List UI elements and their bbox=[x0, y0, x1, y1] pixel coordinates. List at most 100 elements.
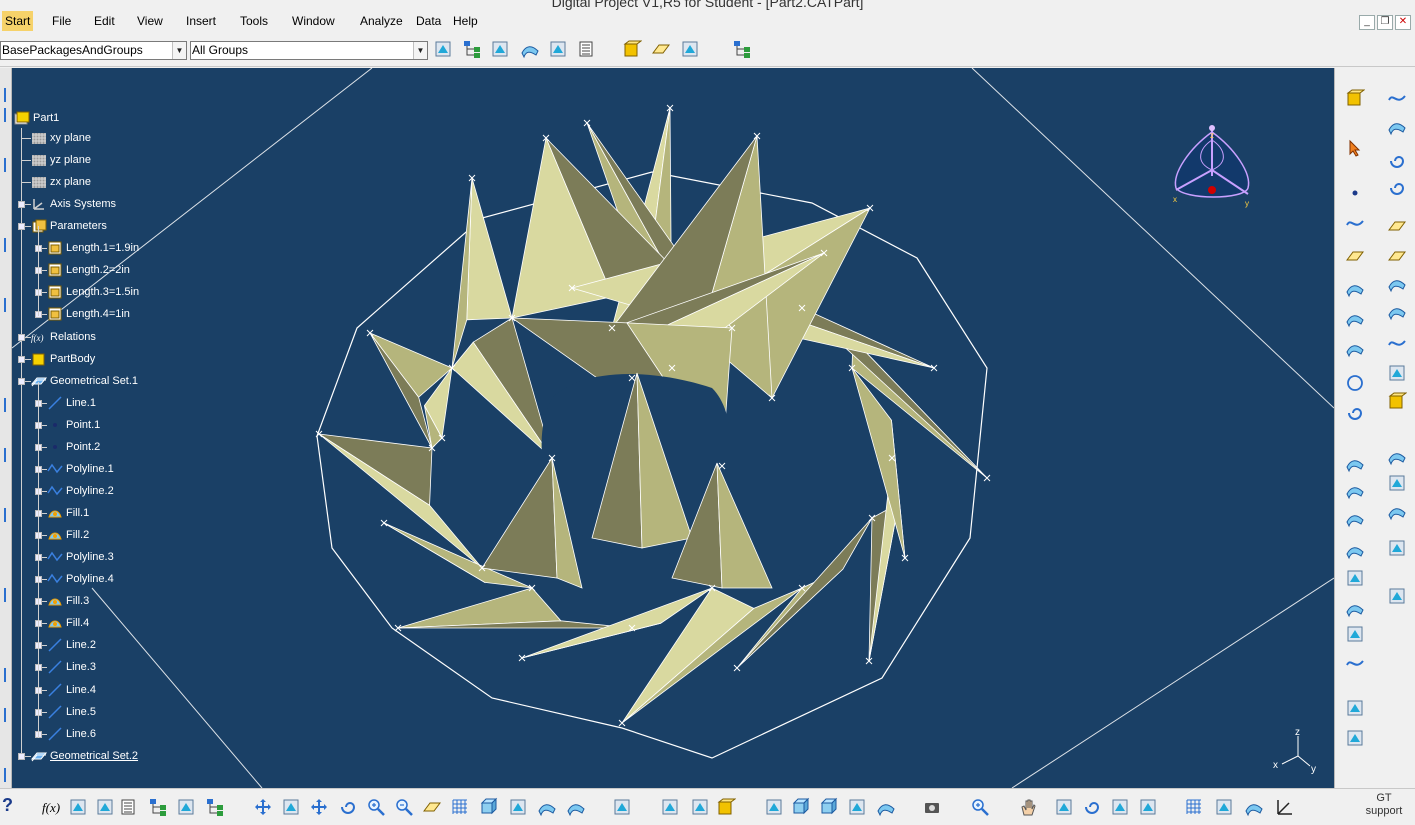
iso-cube-icon[interactable] bbox=[818, 797, 838, 817]
left-tool-icon[interactable] bbox=[0, 768, 6, 782]
knowledge-icon[interactable] bbox=[1138, 797, 1158, 817]
tree-node-point-2[interactable]: Point.2 bbox=[47, 438, 100, 456]
extrude-icon[interactable] bbox=[1345, 278, 1365, 298]
left-tool-icon[interactable] bbox=[0, 158, 6, 172]
left-tool-icon[interactable] bbox=[0, 668, 6, 682]
tree-expander[interactable] bbox=[18, 201, 25, 208]
fit-all-icon[interactable] bbox=[281, 797, 301, 817]
tree-node-length-4-1in[interactable]: Length.4=1in bbox=[47, 305, 130, 323]
left-tool-icon[interactable] bbox=[0, 588, 6, 602]
split-icon[interactable] bbox=[1345, 624, 1365, 644]
group-filter-dropdown[interactable]: All Groups ▼ bbox=[190, 41, 428, 60]
tree-node-fill-4[interactable]: Fill.4 bbox=[47, 614, 89, 632]
menu-data[interactable]: Data bbox=[413, 11, 444, 31]
render-icon[interactable] bbox=[566, 797, 586, 817]
multi-view-icon[interactable] bbox=[450, 797, 470, 817]
extract-icon[interactable] bbox=[1387, 333, 1407, 353]
left-tool-icon[interactable] bbox=[0, 508, 6, 522]
fly-icon[interactable] bbox=[253, 797, 273, 817]
menu-insert[interactable]: Insert bbox=[183, 11, 219, 31]
left-tool-icon[interactable] bbox=[0, 448, 6, 462]
circle-icon[interactable] bbox=[1345, 373, 1365, 393]
tree-expand-icon[interactable] bbox=[148, 797, 168, 817]
spine-icon[interactable] bbox=[1387, 151, 1407, 171]
tree-node-length-2-2in[interactable]: Length.2=2in bbox=[47, 261, 130, 279]
axis-icon[interactable] bbox=[1275, 797, 1295, 817]
axis-system-icon[interactable] bbox=[1345, 728, 1365, 748]
tree-node-point-1[interactable]: Point.1 bbox=[47, 416, 100, 434]
select-icon[interactable] bbox=[1345, 138, 1365, 158]
corner-icon[interactable] bbox=[1387, 363, 1407, 383]
tree-node-length-1-1-9in[interactable]: Length.1=1.9in bbox=[47, 239, 139, 257]
sketcher-icon[interactable] bbox=[1345, 88, 1365, 108]
zoom-out-icon[interactable] bbox=[394, 797, 414, 817]
spline-icon[interactable] bbox=[1387, 88, 1407, 108]
tree-node-line-2[interactable]: Line.2 bbox=[47, 636, 96, 654]
solid-icon[interactable] bbox=[1387, 391, 1407, 411]
tree-expander[interactable] bbox=[18, 753, 25, 760]
tree-node-partbody[interactable]: PartBody bbox=[31, 350, 95, 368]
working-support-icon[interactable] bbox=[1244, 797, 1264, 817]
compare-icon[interactable] bbox=[548, 39, 568, 59]
tree-node-polyline-2[interactable]: Polyline.2 bbox=[47, 482, 114, 500]
open-body-icon[interactable] bbox=[651, 39, 671, 59]
measure-between-icon[interactable] bbox=[660, 797, 680, 817]
manipulate-icon[interactable] bbox=[1018, 797, 1038, 817]
zoom-in-icon[interactable] bbox=[366, 797, 386, 817]
tree-node-line-6[interactable]: Line.6 bbox=[47, 725, 96, 743]
repetition-icon[interactable] bbox=[1387, 586, 1407, 606]
plane-icon[interactable] bbox=[1345, 246, 1365, 266]
tree-node-polyline-3[interactable]: Polyline.3 bbox=[47, 548, 114, 566]
iso-view-icon[interactable] bbox=[478, 797, 498, 817]
menu-view[interactable]: View bbox=[134, 11, 166, 31]
mass-icon[interactable] bbox=[716, 797, 736, 817]
multi-section-icon[interactable] bbox=[1345, 508, 1365, 528]
tangency-icon[interactable] bbox=[847, 797, 867, 817]
apply-material-icon[interactable] bbox=[732, 39, 752, 59]
shading-edges-icon[interactable] bbox=[537, 797, 557, 817]
measure-icon[interactable] bbox=[680, 39, 700, 59]
parallel-curve-icon[interactable] bbox=[1387, 273, 1407, 293]
3d-viewport[interactable]: Part1 xy plane yz plane zx plane Axis System… bbox=[12, 68, 1334, 788]
tree-node-line-4[interactable]: Line.4 bbox=[47, 681, 96, 699]
left-tool-icon[interactable] bbox=[0, 298, 6, 312]
sketch-analysis-icon[interactable] bbox=[764, 797, 784, 817]
front-view-icon[interactable] bbox=[790, 797, 810, 817]
menu-file[interactable]: File bbox=[49, 11, 74, 31]
properties-icon[interactable] bbox=[1110, 797, 1130, 817]
compass-widget[interactable]: z x y bbox=[1164, 118, 1260, 218]
pan-icon[interactable] bbox=[309, 797, 329, 817]
tree-node-line-5[interactable]: Line.5 bbox=[47, 703, 96, 721]
left-tool-icon[interactable] bbox=[0, 108, 6, 122]
scale-icon[interactable] bbox=[1387, 501, 1407, 521]
body-icon[interactable] bbox=[622, 39, 642, 59]
tree-expander[interactable] bbox=[18, 356, 25, 363]
tree-node-geometrical-set-2[interactable]: Geometrical Set.2 bbox=[31, 747, 138, 765]
point-icon[interactable] bbox=[1345, 183, 1365, 203]
macro-icon[interactable] bbox=[95, 797, 115, 817]
menu-edit[interactable]: Edit bbox=[91, 11, 118, 31]
formula-icon[interactable]: f(x) bbox=[40, 797, 60, 817]
symmetry-icon[interactable] bbox=[1345, 698, 1365, 718]
tree-node-line-3[interactable]: Line.3 bbox=[47, 658, 96, 676]
law-icon[interactable] bbox=[1387, 538, 1407, 558]
tree-node-relations[interactable]: f(x) Relations bbox=[31, 328, 96, 346]
spiral-icon[interactable] bbox=[1345, 403, 1365, 423]
polyline-icon[interactable] bbox=[1345, 213, 1365, 233]
multi-view-icon[interactable] bbox=[462, 39, 482, 59]
translate-icon[interactable] bbox=[1387, 446, 1407, 466]
apply-material-icon[interactable] bbox=[1054, 797, 1074, 817]
rotate-icon[interactable] bbox=[1387, 473, 1407, 493]
left-tool-icon[interactable] bbox=[0, 238, 6, 252]
tree-expander[interactable] bbox=[18, 223, 25, 230]
tree-node-fill-3[interactable]: Fill.3 bbox=[47, 592, 89, 610]
blend-icon[interactable] bbox=[1345, 480, 1365, 500]
tree-node-zx-plane[interactable]: zx plane bbox=[31, 173, 91, 191]
tree-node-axis-systems[interactable]: Axis Systems bbox=[31, 195, 116, 213]
left-tool-icon[interactable] bbox=[0, 398, 6, 412]
curve-icon[interactable] bbox=[1345, 653, 1365, 673]
tree-node-root[interactable]: Part1 bbox=[14, 109, 59, 127]
restore-button[interactable]: ❐ bbox=[1377, 15, 1393, 30]
revolve-icon[interactable] bbox=[1345, 308, 1365, 328]
tree-expander[interactable] bbox=[18, 378, 25, 385]
